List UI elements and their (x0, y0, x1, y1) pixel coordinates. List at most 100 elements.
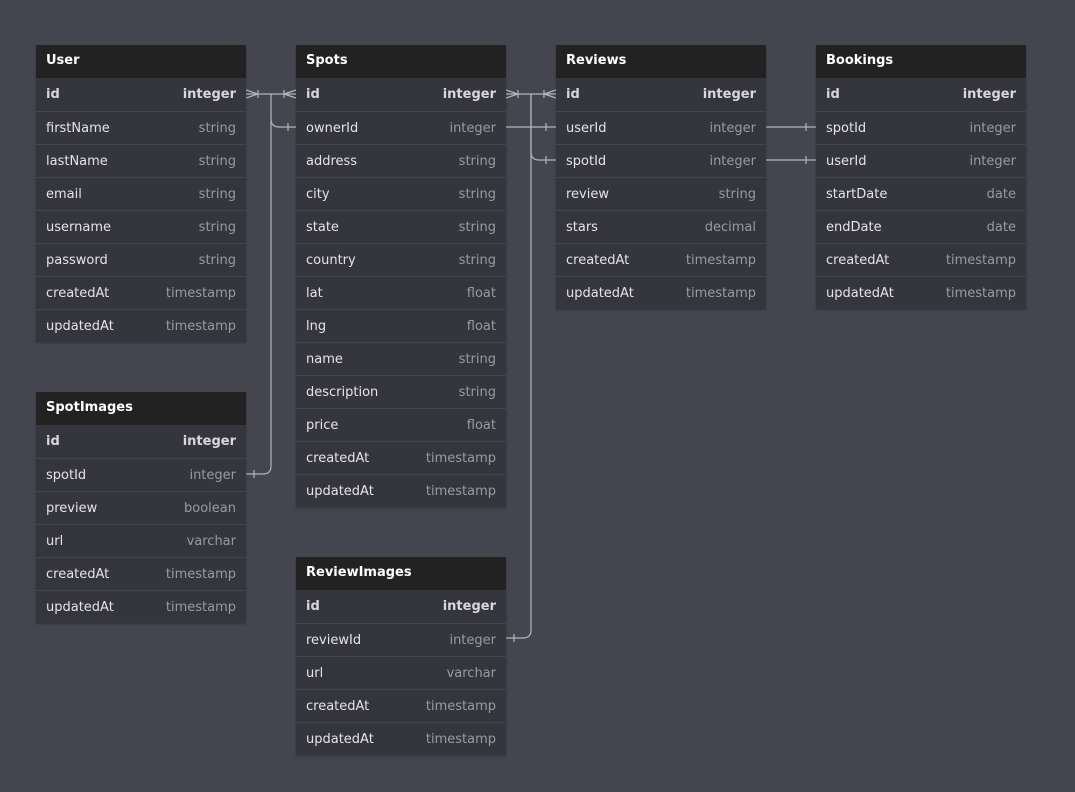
field-row[interactable]: createdAt timestamp (36, 557, 246, 590)
field-row[interactable]: description string (296, 375, 506, 408)
field-row[interactable]: password string (36, 243, 246, 276)
field-type: timestamp (165, 285, 236, 301)
field-row[interactable]: spotId integer (556, 144, 766, 177)
field-type: integer (442, 87, 496, 102)
field-type: float (466, 318, 496, 334)
field-name: address (306, 153, 358, 169)
field-type: boolean (184, 500, 236, 516)
field-type: float (466, 417, 496, 433)
field-name: spotId (46, 467, 87, 483)
field-list: id integer spotId integer userId integer st… (816, 78, 1026, 309)
field-type: string (458, 186, 496, 202)
field-name: url (306, 665, 324, 681)
field-name: userId (566, 120, 607, 136)
field-row[interactable]: id integer (36, 78, 246, 111)
field-type: string (718, 186, 756, 202)
field-name: country (306, 252, 356, 268)
field-row[interactable]: lat float (296, 276, 506, 309)
table-title: Reviews (556, 45, 766, 78)
field-type: string (198, 252, 236, 268)
field-row[interactable]: country string (296, 243, 506, 276)
field-name: password (46, 252, 108, 268)
field-row[interactable]: stars decimal (556, 210, 766, 243)
field-type: timestamp (685, 252, 756, 268)
field-type: string (198, 186, 236, 202)
field-type: integer (182, 87, 236, 102)
field-row[interactable]: updatedAt timestamp (556, 276, 766, 309)
field-row[interactable]: updatedAt timestamp (296, 722, 506, 755)
field-row[interactable]: updatedAt timestamp (816, 276, 1026, 309)
field-row[interactable]: city string (296, 177, 506, 210)
field-row[interactable]: url varchar (296, 656, 506, 689)
field-row[interactable]: address string (296, 144, 506, 177)
field-row[interactable]: updatedAt timestamp (36, 590, 246, 623)
field-type: date (986, 219, 1016, 235)
er-diagram-canvas: User id integer firstName string lastName s… (0, 0, 1075, 792)
field-row[interactable]: username string (36, 210, 246, 243)
table-spotimages[interactable]: SpotImages id integer spotId integer previ… (36, 392, 246, 623)
table-user[interactable]: User id integer firstName string lastName s… (36, 45, 246, 342)
field-name: stars (566, 219, 598, 235)
field-row[interactable]: startDate date (816, 177, 1026, 210)
field-row[interactable]: id integer (36, 425, 246, 458)
field-row[interactable]: createdAt timestamp (296, 441, 506, 474)
field-name: lastName (46, 153, 108, 169)
field-name: price (306, 417, 339, 433)
field-row[interactable]: lastName string (36, 144, 246, 177)
field-row[interactable]: id integer (296, 590, 506, 623)
field-name: updatedAt (46, 599, 114, 615)
field-row[interactable]: review string (556, 177, 766, 210)
field-name: endDate (826, 219, 882, 235)
field-row[interactable]: createdAt timestamp (36, 276, 246, 309)
field-type: integer (182, 434, 236, 449)
rel-reviewimages-reviews (506, 94, 532, 639)
field-name: id (566, 87, 580, 102)
field-name: userId (826, 153, 867, 169)
field-row[interactable]: endDate date (816, 210, 1026, 243)
field-row[interactable]: lng float (296, 309, 506, 342)
field-row[interactable]: url varchar (36, 524, 246, 557)
field-row[interactable]: createdAt timestamp (816, 243, 1026, 276)
field-type: timestamp (425, 731, 496, 747)
table-spots[interactable]: Spots id integer ownerId integer address st… (296, 45, 506, 507)
field-name: startDate (826, 186, 888, 202)
field-row[interactable]: userId integer (816, 144, 1026, 177)
field-name: ownerId (306, 120, 359, 136)
field-type: string (458, 351, 496, 367)
field-row[interactable]: state string (296, 210, 506, 243)
field-row[interactable]: ownerId integer (296, 111, 506, 144)
field-type: timestamp (165, 318, 236, 334)
field-row[interactable]: name string (296, 342, 506, 375)
field-row[interactable]: id integer (816, 78, 1026, 111)
field-name: id (826, 87, 840, 102)
field-row[interactable]: email string (36, 177, 246, 210)
table-reviewimages[interactable]: ReviewImages id integer reviewId integer u… (296, 557, 506, 755)
field-row[interactable]: id integer (556, 78, 766, 111)
field-row[interactable]: firstName string (36, 111, 246, 144)
field-name: city (306, 186, 330, 202)
field-row[interactable]: createdAt timestamp (556, 243, 766, 276)
field-name: createdAt (306, 450, 370, 466)
field-type: timestamp (165, 566, 236, 582)
rel-reviews-spotId (530, 94, 556, 161)
table-title: ReviewImages (296, 557, 506, 590)
field-row[interactable]: id integer (296, 78, 506, 111)
field-row[interactable]: userId integer (556, 111, 766, 144)
field-row[interactable]: spotId integer (816, 111, 1026, 144)
field-type: integer (449, 120, 496, 136)
field-row[interactable]: createdAt timestamp (296, 689, 506, 722)
field-type: float (466, 285, 496, 301)
field-row[interactable]: price float (296, 408, 506, 441)
field-row[interactable]: updatedAt timestamp (36, 309, 246, 342)
table-reviews[interactable]: Reviews id integer userId integer spotId in… (556, 45, 766, 309)
field-row[interactable]: updatedAt timestamp (296, 474, 506, 507)
field-name: preview (46, 500, 98, 516)
field-type: varchar (446, 665, 496, 681)
field-row[interactable]: preview boolean (36, 491, 246, 524)
table-bookings[interactable]: Bookings id integer spotId integer userId i… (816, 45, 1026, 309)
rel-reviews-left-crowfoot (542, 89, 557, 99)
field-type: integer (709, 120, 756, 136)
field-row[interactable]: reviewId integer (296, 623, 506, 656)
field-row[interactable]: spotId integer (36, 458, 246, 491)
field-name: createdAt (566, 252, 630, 268)
